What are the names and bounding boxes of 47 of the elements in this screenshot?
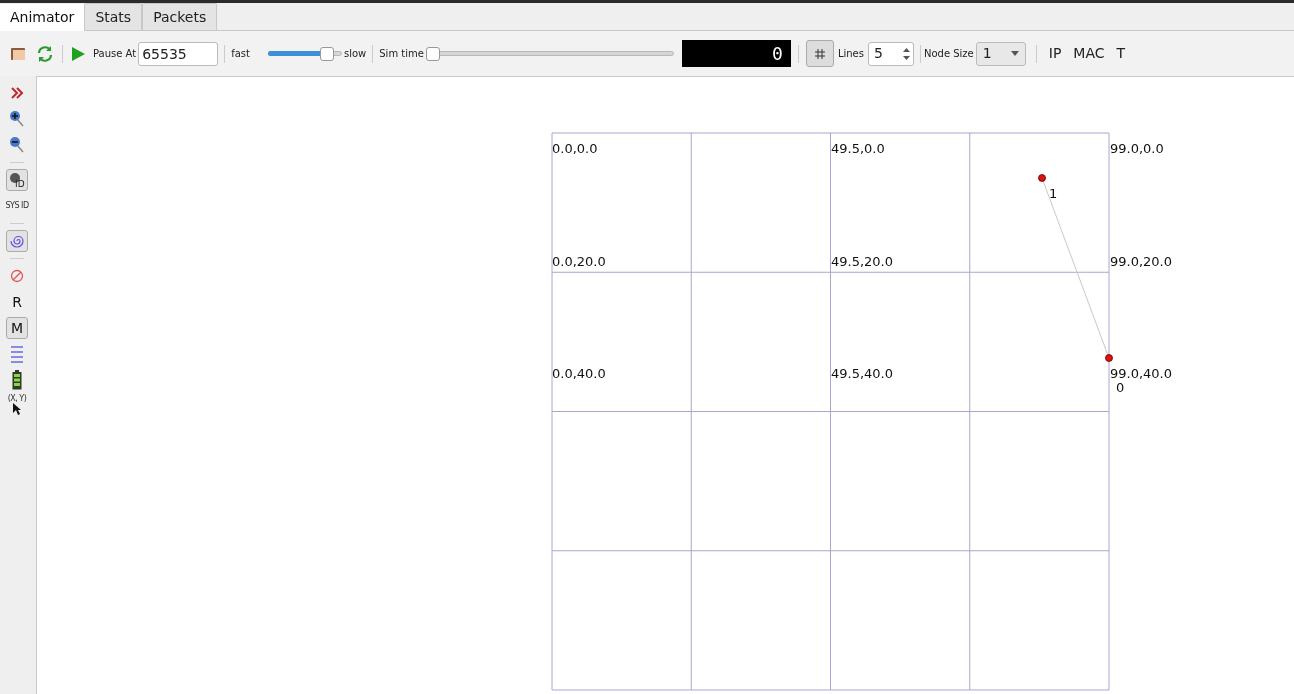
speed-slider[interactable] (267, 46, 342, 61)
grid-coordinate-label: 99.0,40.0 (1110, 366, 1173, 381)
coordinates-cursor-toggle[interactable]: (X, Y) (7, 395, 27, 415)
node[interactable] (1038, 174, 1046, 182)
play-icon[interactable] (71, 46, 85, 61)
pause-at-field[interactable]: 65535 (138, 41, 219, 66)
mac-toggle[interactable]: MAC (1069, 43, 1109, 64)
node[interactable] (1105, 354, 1113, 362)
caret-icon (1010, 51, 1019, 56)
grid-coordinate-label: 99.0,20.0 (1110, 254, 1173, 269)
node-size-dropdown[interactable]: 1 (975, 41, 1026, 66)
sim-time-slider[interactable] (425, 46, 674, 61)
tab[interactable]: Packets (142, 3, 218, 30)
time-display: 0 (681, 40, 791, 67)
t-toggle[interactable]: T (1114, 43, 1128, 64)
slow-label: slow (343, 47, 367, 61)
grid-coordinate-label: 0.0,20.0 (552, 254, 606, 269)
letter-toggle[interactable]: M (6, 317, 28, 339)
grid-coordinate-label: 49.5,0.0 (831, 141, 885, 156)
cursor-icon (12, 403, 22, 415)
grid-coordinate-label: 99.0,0.0 (1110, 141, 1164, 156)
letter-toggle[interactable]: R (6, 291, 28, 313)
slider-thumb[interactable] (425, 46, 440, 61)
grid-coordinate-label: 0.0,0.0 (552, 141, 598, 156)
sim-time-label: Sim time (379, 47, 424, 61)
slider-thumb[interactable] (320, 46, 335, 61)
lines-label: Lines (837, 47, 864, 61)
node-label: 0 (1116, 380, 1125, 395)
pause-at-label: Pause At (93, 47, 137, 61)
node-id-icon[interactable]: ID (6, 169, 28, 191)
node-size-label: Node Size (923, 47, 974, 61)
grid-coordinate-label: 49.5,40.0 (831, 366, 894, 381)
grid-icon (814, 48, 825, 59)
ip-toggle[interactable]: IP (1046, 43, 1064, 64)
tab[interactable]: Stats (84, 3, 143, 30)
spin-arrows-icon[interactable] (901, 45, 911, 62)
grid-coordinate-label: 49.5,20.0 (831, 254, 894, 269)
node-label: 1 (1049, 186, 1058, 201)
spiral-icon[interactable] (6, 230, 28, 252)
grid-toggle[interactable] (805, 40, 834, 67)
fast-label: fast (231, 47, 250, 61)
tab[interactable]: Animator (0, 4, 85, 31)
refresh-icon[interactable] (36, 44, 54, 63)
sys-id-toggle[interactable]: SYS ID (6, 195, 28, 217)
grid-coordinate-label: 0.0,40.0 (552, 366, 606, 381)
lines-spinbox[interactable]: 5 (867, 41, 914, 66)
folder-icon[interactable] (10, 46, 26, 61)
